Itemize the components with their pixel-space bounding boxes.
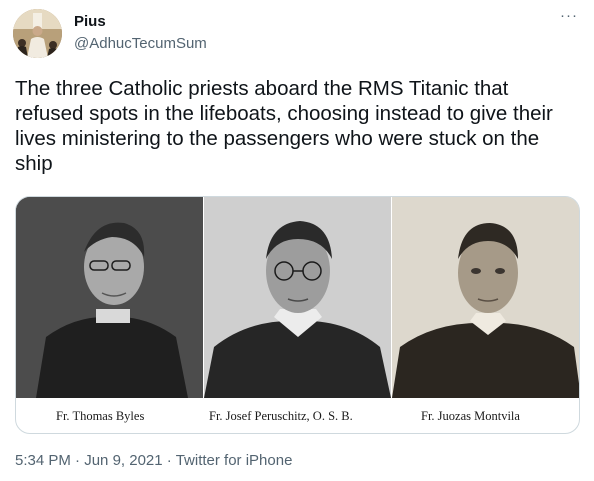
user-handle[interactable]: @AdhucTecumSum bbox=[74, 35, 207, 52]
caption-thomas-byles: Fr. Thomas Byles bbox=[56, 409, 145, 423]
meta-separator: · bbox=[70, 452, 85, 469]
photo-strip bbox=[16, 197, 579, 398]
tweet-source-link[interactable]: Twitter for iPhone bbox=[176, 452, 293, 469]
avatar-image-icon bbox=[13, 9, 62, 58]
tweet-date[interactable]: Jun 9, 2021 bbox=[84, 452, 162, 469]
tweet-metadata: 5:34 PM · Jun 9, 2021 · Twitter for iPho… bbox=[15, 452, 292, 469]
display-name[interactable]: Pius bbox=[74, 13, 106, 30]
tweet-text: The three Catholic priests aboard the RM… bbox=[15, 77, 553, 175]
avatar[interactable] bbox=[13, 9, 62, 58]
caption-josef-peruschitz: Fr. Josef Peruschitz, O. S. B. bbox=[209, 409, 353, 423]
photo-juozas-montvila bbox=[392, 197, 579, 398]
more-options-icon[interactable]: ··· bbox=[560, 8, 578, 23]
tweet: Pius @AdhucTecumSum ··· The three Cathol… bbox=[0, 0, 594, 481]
media-card[interactable]: Fr. Thomas Byles Fr. Josef Peruschitz, O… bbox=[15, 196, 580, 434]
photo-thomas-byles bbox=[16, 197, 203, 398]
tweet-time[interactable]: 5:34 PM bbox=[15, 452, 71, 469]
meta-separator: · bbox=[162, 452, 176, 469]
photo-josef-peruschitz bbox=[204, 197, 391, 398]
caption-juozas-montvila: Fr. Juozas Montvila bbox=[421, 409, 520, 423]
